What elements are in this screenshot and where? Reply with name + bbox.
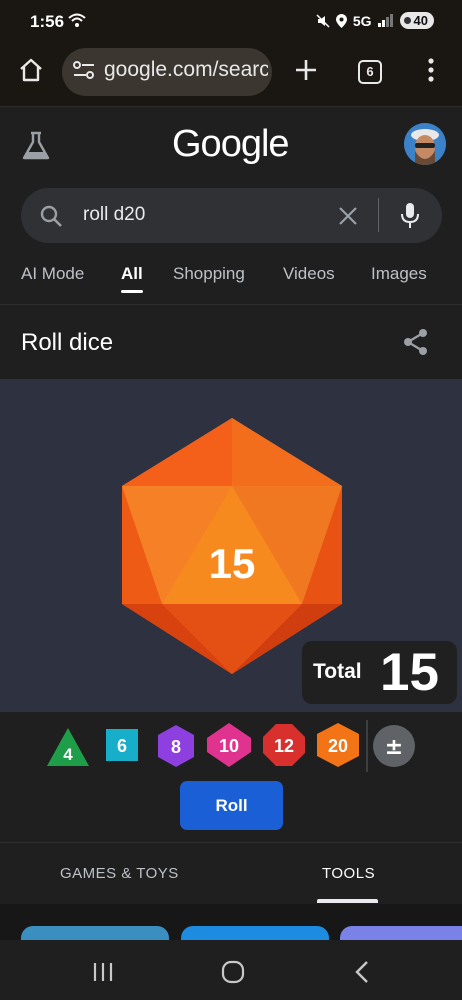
back-icon[interactable] — [354, 960, 370, 984]
microphone-icon[interactable] — [400, 202, 420, 230]
d12-button[interactable]: 12 — [262, 723, 306, 767]
tool-card[interactable] — [181, 926, 329, 940]
tab-images[interactable]: Images — [371, 264, 427, 284]
d4-button[interactable]: 4 — [45, 726, 91, 768]
home-nav-icon[interactable] — [221, 960, 245, 984]
avatar[interactable] — [404, 123, 446, 165]
d8-button[interactable]: 8 — [156, 724, 196, 768]
battery-indicator: 40 — [399, 12, 434, 29]
tool-cards — [0, 904, 462, 940]
avatar-image — [404, 123, 446, 165]
tab-videos[interactable]: Videos — [283, 264, 335, 284]
search-divider — [378, 198, 379, 232]
site-settings-icon[interactable] — [73, 61, 95, 79]
more-options-icon[interactable] — [426, 58, 436, 82]
d6-label: 6 — [117, 736, 127, 756]
network-label: 5G — [352, 12, 372, 29]
recent-apps-icon[interactable] — [92, 962, 114, 982]
active-category-indicator — [317, 899, 378, 903]
status-bar: 1:56 5G 40 — [0, 0, 462, 44]
d10-label: 10 — [219, 736, 239, 756]
active-tab-indicator — [121, 290, 143, 293]
url-text[interactable]: google.com/searc — [104, 58, 268, 82]
status-right: 5G 40 — [316, 12, 434, 29]
tab-tools[interactable]: TOOLS — [322, 865, 375, 882]
d8-label: 8 — [171, 737, 181, 757]
search-input[interactable]: roll d20 — [83, 204, 145, 226]
clear-icon[interactable] — [338, 206, 358, 226]
search-icon — [40, 205, 62, 227]
modifier-label: ± — [385, 735, 403, 760]
home-icon[interactable] — [18, 58, 44, 82]
d12-label: 12 — [274, 736, 294, 756]
modifier-button[interactable]: ± — [372, 724, 416, 768]
wifi-icon — [68, 13, 86, 27]
google-logo[interactable]: Google — [172, 123, 290, 166]
total-label: Total — [313, 660, 362, 683]
system-nav-bar — [0, 940, 462, 1000]
d20-label: 20 — [328, 736, 348, 756]
new-tab-icon[interactable] — [294, 58, 318, 82]
tab-shopping[interactable]: Shopping — [173, 264, 245, 284]
category-tabs: GAMES & TOYS TOOLS — [0, 842, 462, 905]
tab-ai-mode[interactable]: AI Mode — [21, 264, 84, 284]
google-header: Google — [0, 106, 462, 183]
total-value: 15 — [380, 643, 439, 702]
d4-label: 4 — [63, 745, 73, 764]
die-value: 15 — [209, 540, 256, 587]
labs-flask-icon[interactable] — [22, 131, 50, 161]
roll-button[interactable]: Roll — [180, 781, 283, 830]
mute-icon — [316, 13, 330, 28]
d20-die[interactable]: 15 — [120, 418, 344, 674]
share-icon[interactable] — [403, 328, 429, 356]
search-box[interactable]: roll d20 — [21, 188, 442, 243]
status-time: 1:56 — [30, 12, 65, 31]
result-title: Roll dice — [21, 329, 114, 356]
d10-button[interactable]: 10 — [206, 722, 252, 768]
tab-games-toys[interactable]: GAMES & TOYS — [60, 865, 179, 882]
tab-switcher-button[interactable]: 6 — [358, 60, 382, 84]
search-tabs: AI Mode All Shopping Videos Images — [0, 258, 462, 298]
location-icon — [335, 13, 347, 28]
dice-divider — [366, 720, 368, 772]
d6-button[interactable]: 6 — [105, 728, 139, 762]
total-box: Total 15 — [302, 641, 457, 704]
tool-card[interactable] — [340, 926, 462, 940]
d20-button[interactable]: 20 — [316, 722, 360, 768]
divider — [0, 304, 462, 305]
tab-all[interactable]: All — [121, 264, 143, 284]
browser-toolbar: google.com/searc 6 — [0, 44, 462, 106]
tool-card[interactable] — [21, 926, 169, 940]
signal-icon — [377, 14, 393, 27]
